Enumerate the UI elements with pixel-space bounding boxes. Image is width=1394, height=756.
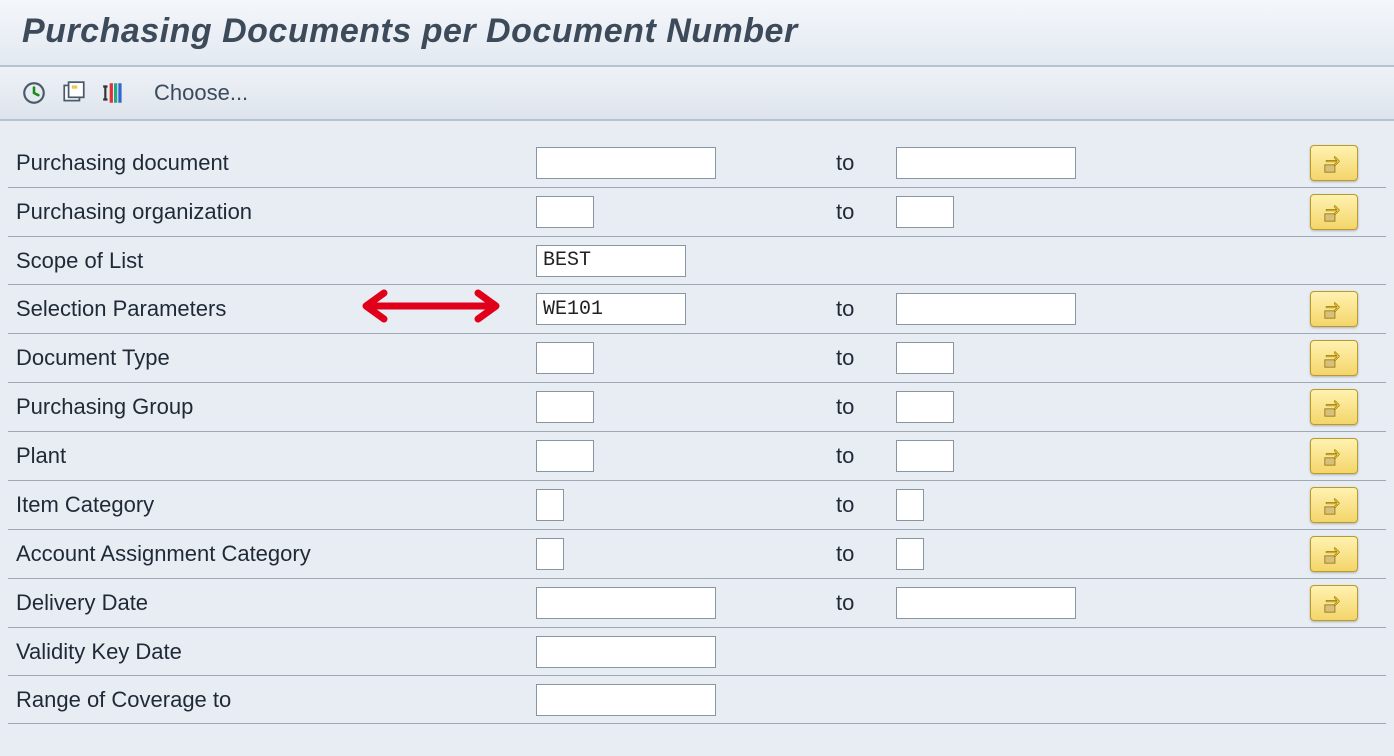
plant-to-input[interactable] <box>896 440 954 472</box>
row-porg: Purchasing organization to <box>8 188 1386 237</box>
dynamic-selection-icon[interactable] <box>100 79 128 107</box>
acctasg-multiple-selection-button[interactable] <box>1310 536 1358 572</box>
purchdoc-from-input[interactable] <box>536 147 716 179</box>
page-title: Purchasing Documents per Document Number <box>22 12 1372 51</box>
label-rangecov: Range of Coverage to <box>16 687 536 713</box>
plant-from-input[interactable] <box>536 440 594 472</box>
delivdate-to-input[interactable] <box>896 587 1076 619</box>
row-selparam: Selection Parameters to <box>8 285 1386 334</box>
rangecov-from-input[interactable] <box>536 684 716 716</box>
doctype-to-input[interactable] <box>896 342 954 374</box>
doctype-multiple-selection-button[interactable] <box>1310 340 1358 376</box>
selparam-to-input[interactable] <box>896 293 1076 325</box>
acctasg-from-input[interactable] <box>536 538 564 570</box>
label-doctype: Document Type <box>16 345 536 371</box>
label-pgroup: Purchasing Group <box>16 394 536 420</box>
label-scope: Scope of List <box>16 248 536 274</box>
pgroup-from-input[interactable] <box>536 391 594 423</box>
porg-multiple-selection-button[interactable] <box>1310 194 1358 230</box>
itemcat-multiple-selection-button[interactable] <box>1310 487 1358 523</box>
execute-icon[interactable] <box>20 79 48 107</box>
row-itemcat: Item Category to <box>8 481 1386 530</box>
porg-from-input[interactable] <box>536 196 594 228</box>
row-delivdate: Delivery Date to <box>8 579 1386 628</box>
valkey-from-input[interactable] <box>536 636 716 668</box>
label-acctasg: Account Assignment Category <box>16 541 536 567</box>
plant-to-label: to <box>836 443 896 469</box>
purchdoc-multiple-selection-button[interactable] <box>1310 145 1358 181</box>
acctasg-to-label: to <box>836 541 896 567</box>
row-pgroup: Purchasing Group to <box>8 383 1386 432</box>
selparam-to-label: to <box>836 296 896 322</box>
label-plant: Plant <box>16 443 536 469</box>
porg-to-input[interactable] <box>896 196 954 228</box>
row-acctasg: Account Assignment Category to <box>8 530 1386 579</box>
plant-multiple-selection-button[interactable] <box>1310 438 1358 474</box>
variant-icon[interactable] <box>60 79 88 107</box>
label-itemcat: Item Category <box>16 492 536 518</box>
row-valkey: Validity Key Date <box>8 628 1386 676</box>
delivdate-multiple-selection-button[interactable] <box>1310 585 1358 621</box>
row-doctype: Document Type to <box>8 334 1386 383</box>
itemcat-to-input[interactable] <box>896 489 924 521</box>
porg-to-label: to <box>836 199 896 225</box>
choose-button[interactable]: Choose... <box>154 80 248 106</box>
label-selparam: Selection Parameters <box>16 296 536 322</box>
label-purchdoc: Purchasing document <box>16 150 536 176</box>
pgroup-multiple-selection-button[interactable] <box>1310 389 1358 425</box>
title-bar: Purchasing Documents per Document Number <box>0 0 1394 67</box>
delivdate-to-label: to <box>836 590 896 616</box>
row-plant: Plant to <box>8 432 1386 481</box>
pgroup-to-label: to <box>836 394 896 420</box>
label-porg: Purchasing organization <box>16 199 536 225</box>
pgroup-to-input[interactable] <box>896 391 954 423</box>
doctype-from-input[interactable] <box>536 342 594 374</box>
selparam-from-input[interactable] <box>536 293 686 325</box>
label-delivdate: Delivery Date <box>16 590 536 616</box>
toolbar: Choose... <box>0 67 1394 121</box>
row-purchdoc: Purchasing document to <box>8 139 1386 188</box>
purchdoc-to-label: to <box>836 150 896 176</box>
delivdate-from-input[interactable] <box>536 587 716 619</box>
doctype-to-label: to <box>836 345 896 371</box>
acctasg-to-input[interactable] <box>896 538 924 570</box>
row-scope: Scope of List <box>8 237 1386 285</box>
scope-from-input[interactable] <box>536 245 686 277</box>
annotation-arrow-icon <box>356 289 506 329</box>
row-rangecov: Range of Coverage to <box>8 676 1386 724</box>
itemcat-to-label: to <box>836 492 896 518</box>
selparam-multiple-selection-button[interactable] <box>1310 291 1358 327</box>
selection-form: Purchasing documenttoPurchasing organiza… <box>0 121 1394 724</box>
itemcat-from-input[interactable] <box>536 489 564 521</box>
label-valkey: Validity Key Date <box>16 639 536 665</box>
purchdoc-to-input[interactable] <box>896 147 1076 179</box>
